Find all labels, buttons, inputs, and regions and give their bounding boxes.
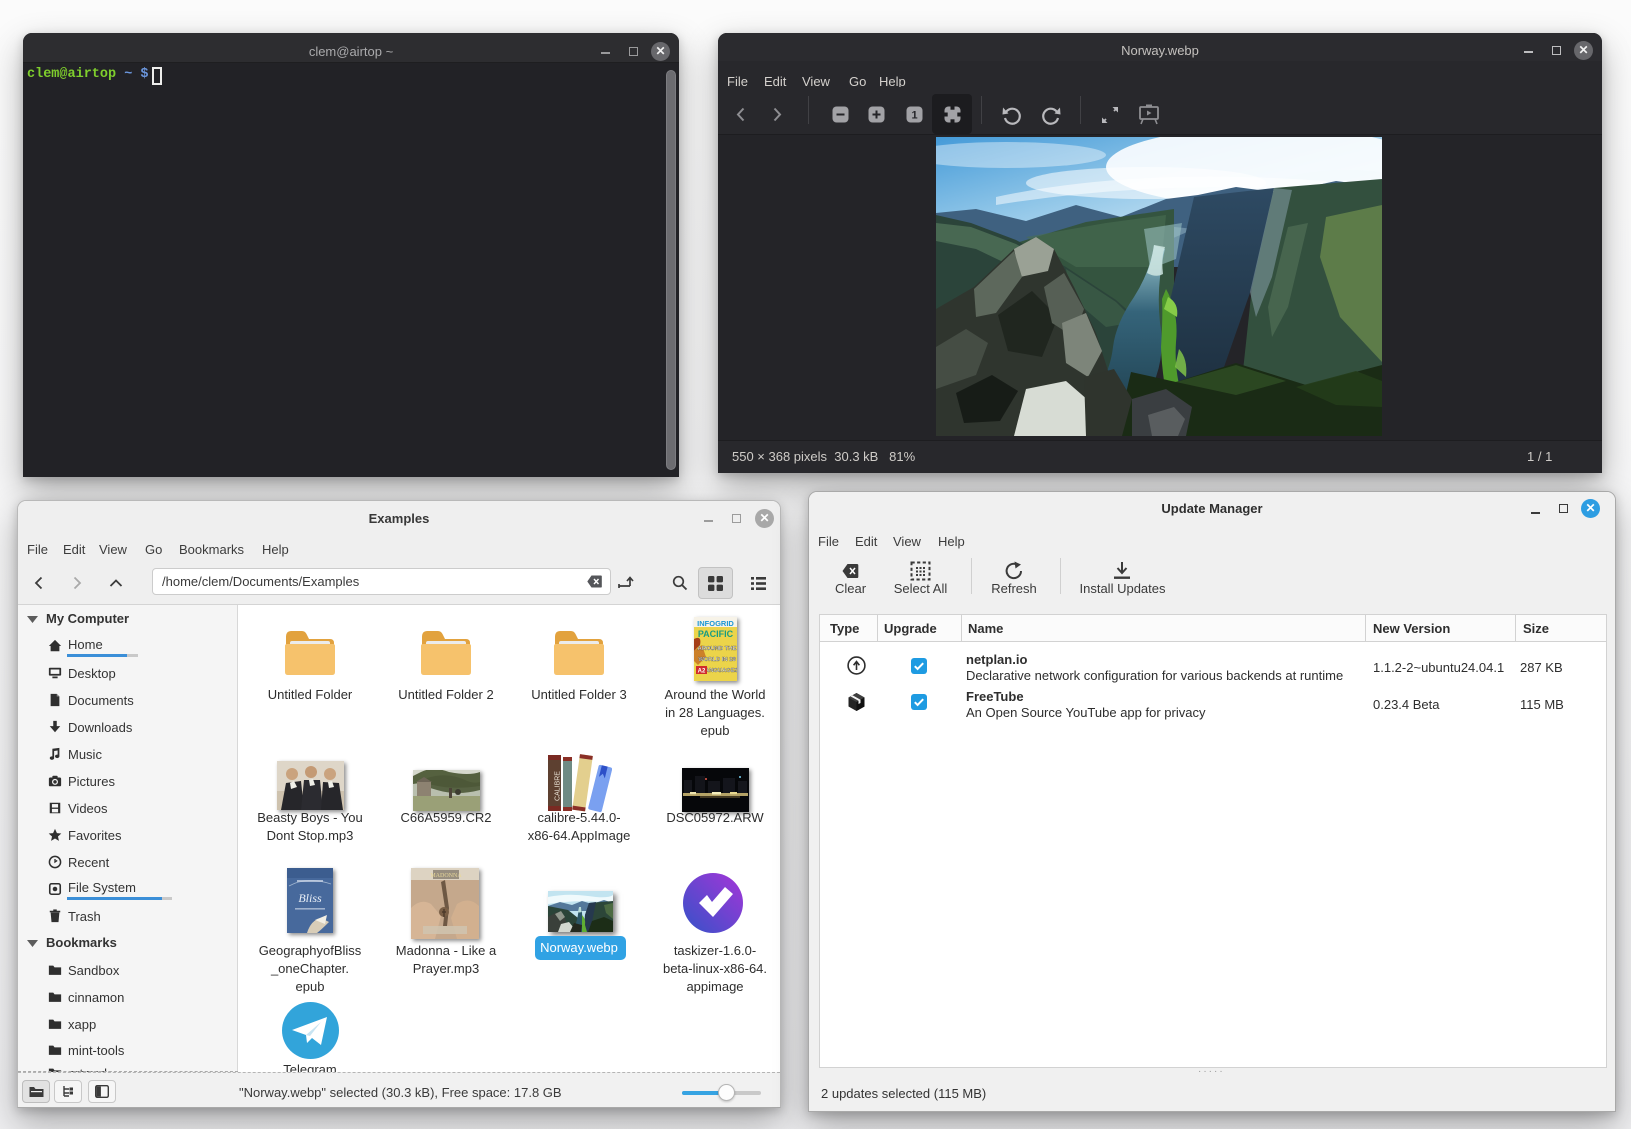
svg-text:Bliss: Bliss — [298, 891, 322, 905]
svg-text:WORLD IN 28: WORLD IN 28 — [698, 657, 736, 663]
svg-text:INFOGRID: INFOGRID — [697, 619, 734, 628]
svg-text:PACIFIC: PACIFIC — [698, 629, 734, 639]
svg-text:MADONNA: MADONNA — [430, 873, 462, 879]
svg-text:A2: A2 — [698, 669, 706, 675]
svg-text:AROUND THE: AROUND THE — [698, 646, 737, 652]
svg-text:1: 1 — [911, 110, 917, 122]
svg-text:CALIBRE: CALIBRE — [555, 771, 562, 801]
